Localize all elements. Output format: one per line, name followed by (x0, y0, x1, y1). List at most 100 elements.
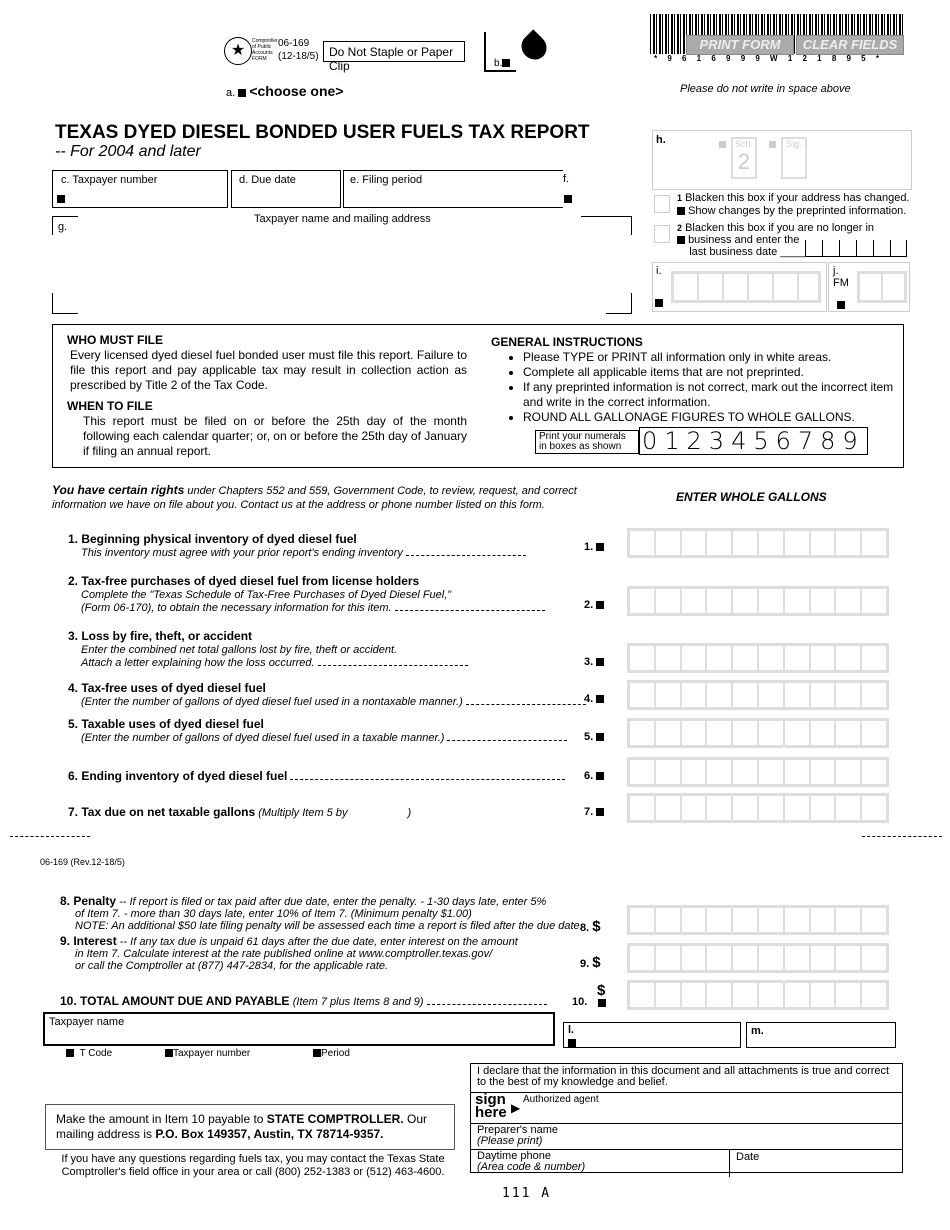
digit-cell[interactable] (759, 946, 785, 970)
digit-cell[interactable] (785, 760, 811, 784)
digit-cell[interactable] (733, 683, 759, 707)
digit-cell[interactable] (707, 646, 734, 670)
digit-cell[interactable] (836, 796, 863, 820)
signature-field[interactable]: sign here ▶ Authorized agent (471, 1092, 902, 1124)
digit-cell[interactable] (862, 796, 886, 820)
digit-cell[interactable] (630, 983, 656, 1007)
digit-cell[interactable] (707, 589, 734, 613)
filing-period-field[interactable]: e. Filing period (343, 170, 563, 208)
digit-cell[interactable] (836, 946, 863, 970)
name-address-field[interactable]: g. (52, 216, 632, 314)
taxpayer-number-field[interactable]: c. Taxpayer number (52, 170, 228, 208)
digit-cell[interactable] (811, 646, 837, 670)
item-entry-grid[interactable] (627, 793, 889, 823)
digit-cell[interactable] (682, 646, 708, 670)
digit-cell[interactable] (707, 946, 734, 970)
digit-cell[interactable] (836, 908, 863, 932)
digit-cell[interactable] (630, 946, 656, 970)
digit-cell[interactable] (811, 721, 837, 745)
digit-cell[interactable] (682, 721, 708, 745)
digit-cell[interactable] (759, 796, 785, 820)
digit-cell[interactable] (836, 683, 863, 707)
digit-cell[interactable] (836, 721, 863, 745)
item9-entry-grid[interactable] (627, 943, 889, 973)
digit-cell[interactable] (759, 721, 785, 745)
digit-cell[interactable] (733, 646, 759, 670)
digit-cell[interactable] (836, 983, 863, 1007)
digit-cell[interactable] (759, 683, 785, 707)
digit-cell[interactable] (759, 589, 785, 613)
digit-cell[interactable] (707, 796, 734, 820)
digit-cell[interactable] (785, 946, 811, 970)
clear-fields-button[interactable]: CLEAR FIELDS (796, 35, 904, 55)
digit-cell[interactable] (836, 760, 863, 784)
digit-cell[interactable] (630, 721, 656, 745)
taxpayer-name-field[interactable]: Taxpayer name (43, 1012, 555, 1046)
digit-cell[interactable] (656, 946, 682, 970)
digit-cell[interactable] (682, 796, 708, 820)
out-of-business-checkbox[interactable] (654, 225, 670, 243)
digit-cell[interactable] (707, 760, 734, 784)
digit-cell[interactable] (733, 589, 759, 613)
digit-cell[interactable] (682, 983, 708, 1007)
digit-cell[interactable] (707, 721, 734, 745)
digit-cell[interactable] (630, 531, 656, 555)
item-entry-grid[interactable] (627, 718, 889, 748)
digit-cell[interactable] (785, 796, 811, 820)
digit-cell[interactable] (707, 683, 734, 707)
digit-cell[interactable] (862, 589, 886, 613)
digit-cell[interactable] (630, 683, 656, 707)
digit-cell[interactable] (656, 796, 682, 820)
digit-cell[interactable] (811, 531, 837, 555)
digit-cell[interactable] (862, 683, 886, 707)
digit-cell[interactable] (630, 589, 656, 613)
digit-cell[interactable] (630, 646, 656, 670)
item-entry-grid[interactable] (627, 757, 889, 787)
digit-cell[interactable] (811, 983, 837, 1007)
digit-cell[interactable] (811, 796, 837, 820)
digit-cell[interactable] (656, 589, 682, 613)
address-changed-checkbox[interactable] (654, 195, 670, 213)
digit-cell[interactable] (733, 721, 759, 745)
digit-cell[interactable] (862, 760, 886, 784)
digit-cell[interactable] (682, 908, 708, 932)
digit-cell[interactable] (836, 531, 863, 555)
digit-cell[interactable] (836, 646, 863, 670)
item-entry-grid[interactable] (627, 680, 889, 710)
digit-cell[interactable] (656, 721, 682, 745)
last-business-date-field[interactable] (805, 240, 907, 257)
digit-cell[interactable] (862, 646, 886, 670)
digit-cell[interactable] (682, 531, 708, 555)
digit-cell[interactable] (862, 946, 886, 970)
item10-entry-grid[interactable] (627, 980, 889, 1010)
digit-cell[interactable] (656, 646, 682, 670)
digit-cell[interactable] (707, 908, 734, 932)
digit-cell[interactable] (862, 908, 886, 932)
digit-cell[interactable] (656, 908, 682, 932)
digit-cell[interactable] (785, 983, 811, 1007)
digit-cell[interactable] (656, 983, 682, 1007)
print-form-button[interactable]: PRINT FORM (686, 35, 794, 55)
digit-cell[interactable] (759, 983, 785, 1007)
digit-cell[interactable] (811, 946, 837, 970)
i-field[interactable]: i. (652, 262, 827, 312)
digit-cell[interactable] (630, 760, 656, 784)
date-field[interactable]: Date (730, 1150, 902, 1177)
digit-cell[interactable] (656, 760, 682, 784)
digit-cell[interactable] (785, 908, 811, 932)
digit-cell[interactable] (862, 531, 886, 555)
m-field[interactable]: m. (746, 1022, 896, 1048)
digit-cell[interactable] (733, 946, 759, 970)
l-field[interactable]: l. (563, 1022, 741, 1048)
digit-cell[interactable] (707, 531, 734, 555)
digit-cell[interactable] (656, 683, 682, 707)
digit-cell[interactable] (630, 796, 656, 820)
digit-cell[interactable] (785, 531, 811, 555)
digit-cell[interactable] (759, 760, 785, 784)
due-date-field[interactable]: d. Due date (231, 170, 341, 208)
digit-cell[interactable] (759, 646, 785, 670)
digit-cell[interactable] (682, 589, 708, 613)
preparer-field[interactable]: Preparer's name (Please print) (471, 1124, 902, 1150)
digit-cell[interactable] (785, 589, 811, 613)
digit-cell[interactable] (630, 908, 656, 932)
